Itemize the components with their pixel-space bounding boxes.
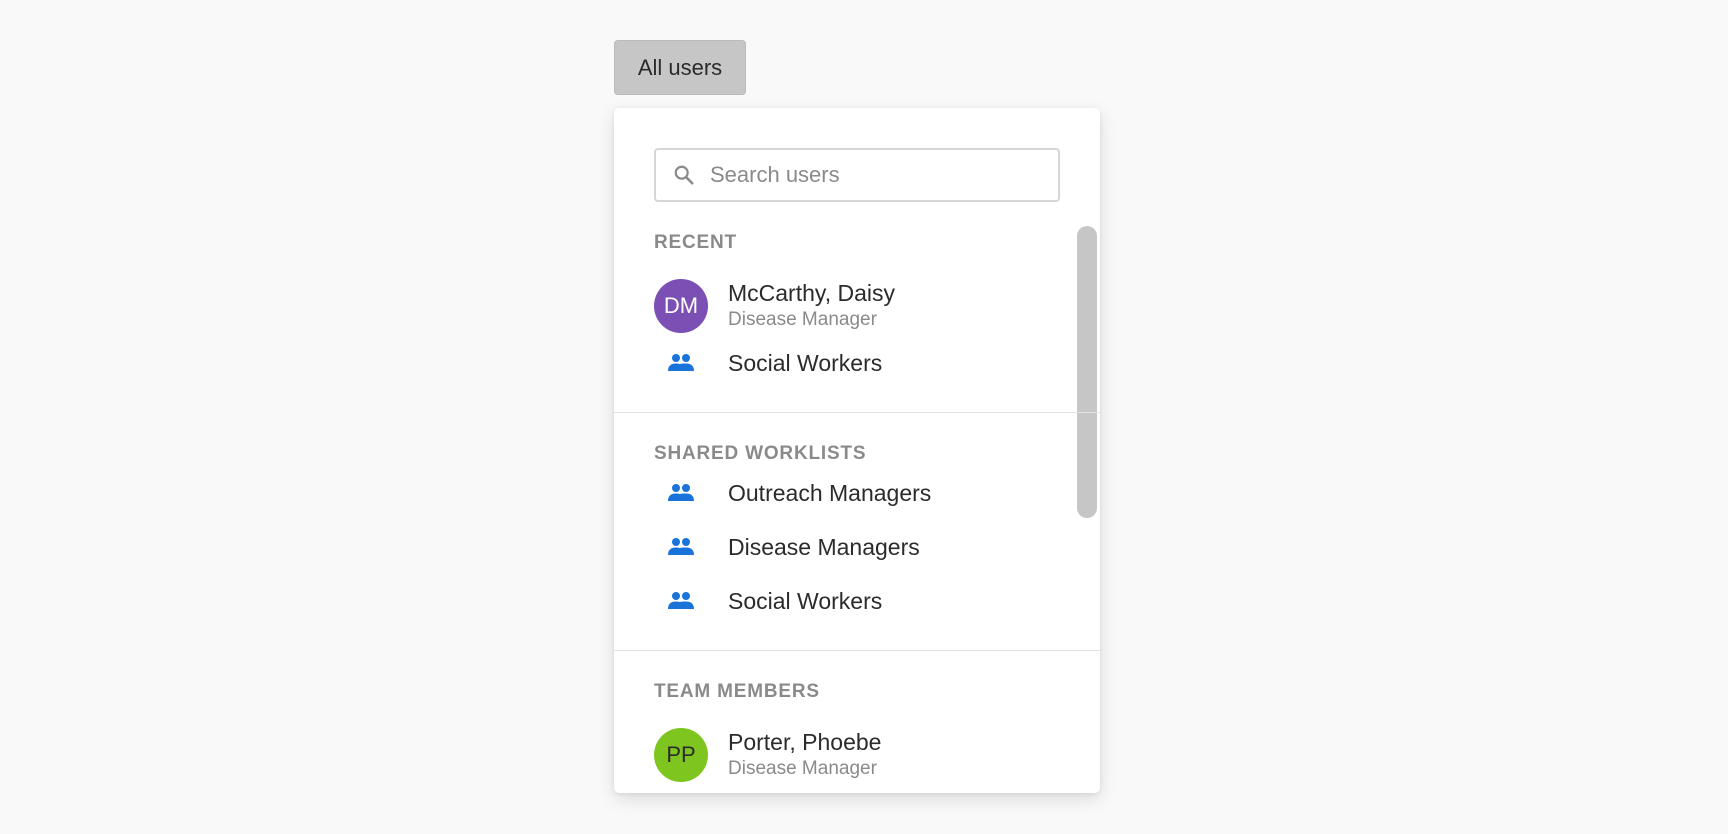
avatar-initials: DM	[663, 293, 699, 318]
user-name: McCarthy, Daisy	[728, 280, 895, 306]
list-item-group[interactable]: Disease Managers	[654, 532, 1054, 562]
section-header-shared-worklists: SHARED WORKLISTS	[654, 443, 867, 464]
section-header-team-members: TEAM MEMBERS	[654, 681, 820, 702]
user-role: Disease Manager	[728, 309, 877, 330]
all-users-button[interactable]: All users	[614, 40, 746, 95]
group-name: Disease Managers	[728, 534, 920, 560]
list-item-user[interactable]: PP Porter, Phoebe Disease Manager	[654, 728, 1054, 782]
user-picker-dropdown: RECENT DM McCarthy, Daisy Disease Manage…	[614, 108, 1100, 793]
group-icon	[654, 478, 708, 508]
search-field[interactable]	[654, 148, 1060, 202]
group-name: Social Workers	[728, 350, 883, 376]
avatar: DM	[654, 279, 708, 333]
list-item-group[interactable]: Social Workers	[654, 586, 1054, 616]
list-item-group[interactable]: Outreach Managers	[654, 478, 1054, 508]
search-icon	[672, 163, 696, 187]
list-item-user[interactable]: DM McCarthy, Daisy Disease Manager	[654, 279, 1054, 333]
divider	[614, 412, 1100, 413]
user-role: Disease Manager	[728, 758, 877, 779]
group-icon	[654, 348, 708, 378]
divider	[614, 650, 1100, 651]
user-name: Porter, Phoebe	[728, 729, 882, 755]
scrollbar-thumb[interactable]	[1077, 226, 1097, 518]
all-users-label: All users	[637, 54, 723, 80]
list-item-group[interactable]: Social Workers	[654, 348, 1054, 378]
search-input[interactable]	[710, 162, 1030, 188]
avatar-initials: PP	[666, 742, 696, 767]
group-icon	[654, 586, 708, 616]
section-header-recent: RECENT	[654, 232, 737, 253]
group-name: Social Workers	[728, 588, 883, 614]
group-name: Outreach Managers	[728, 480, 932, 506]
group-icon	[654, 532, 708, 562]
avatar: PP	[654, 728, 708, 782]
